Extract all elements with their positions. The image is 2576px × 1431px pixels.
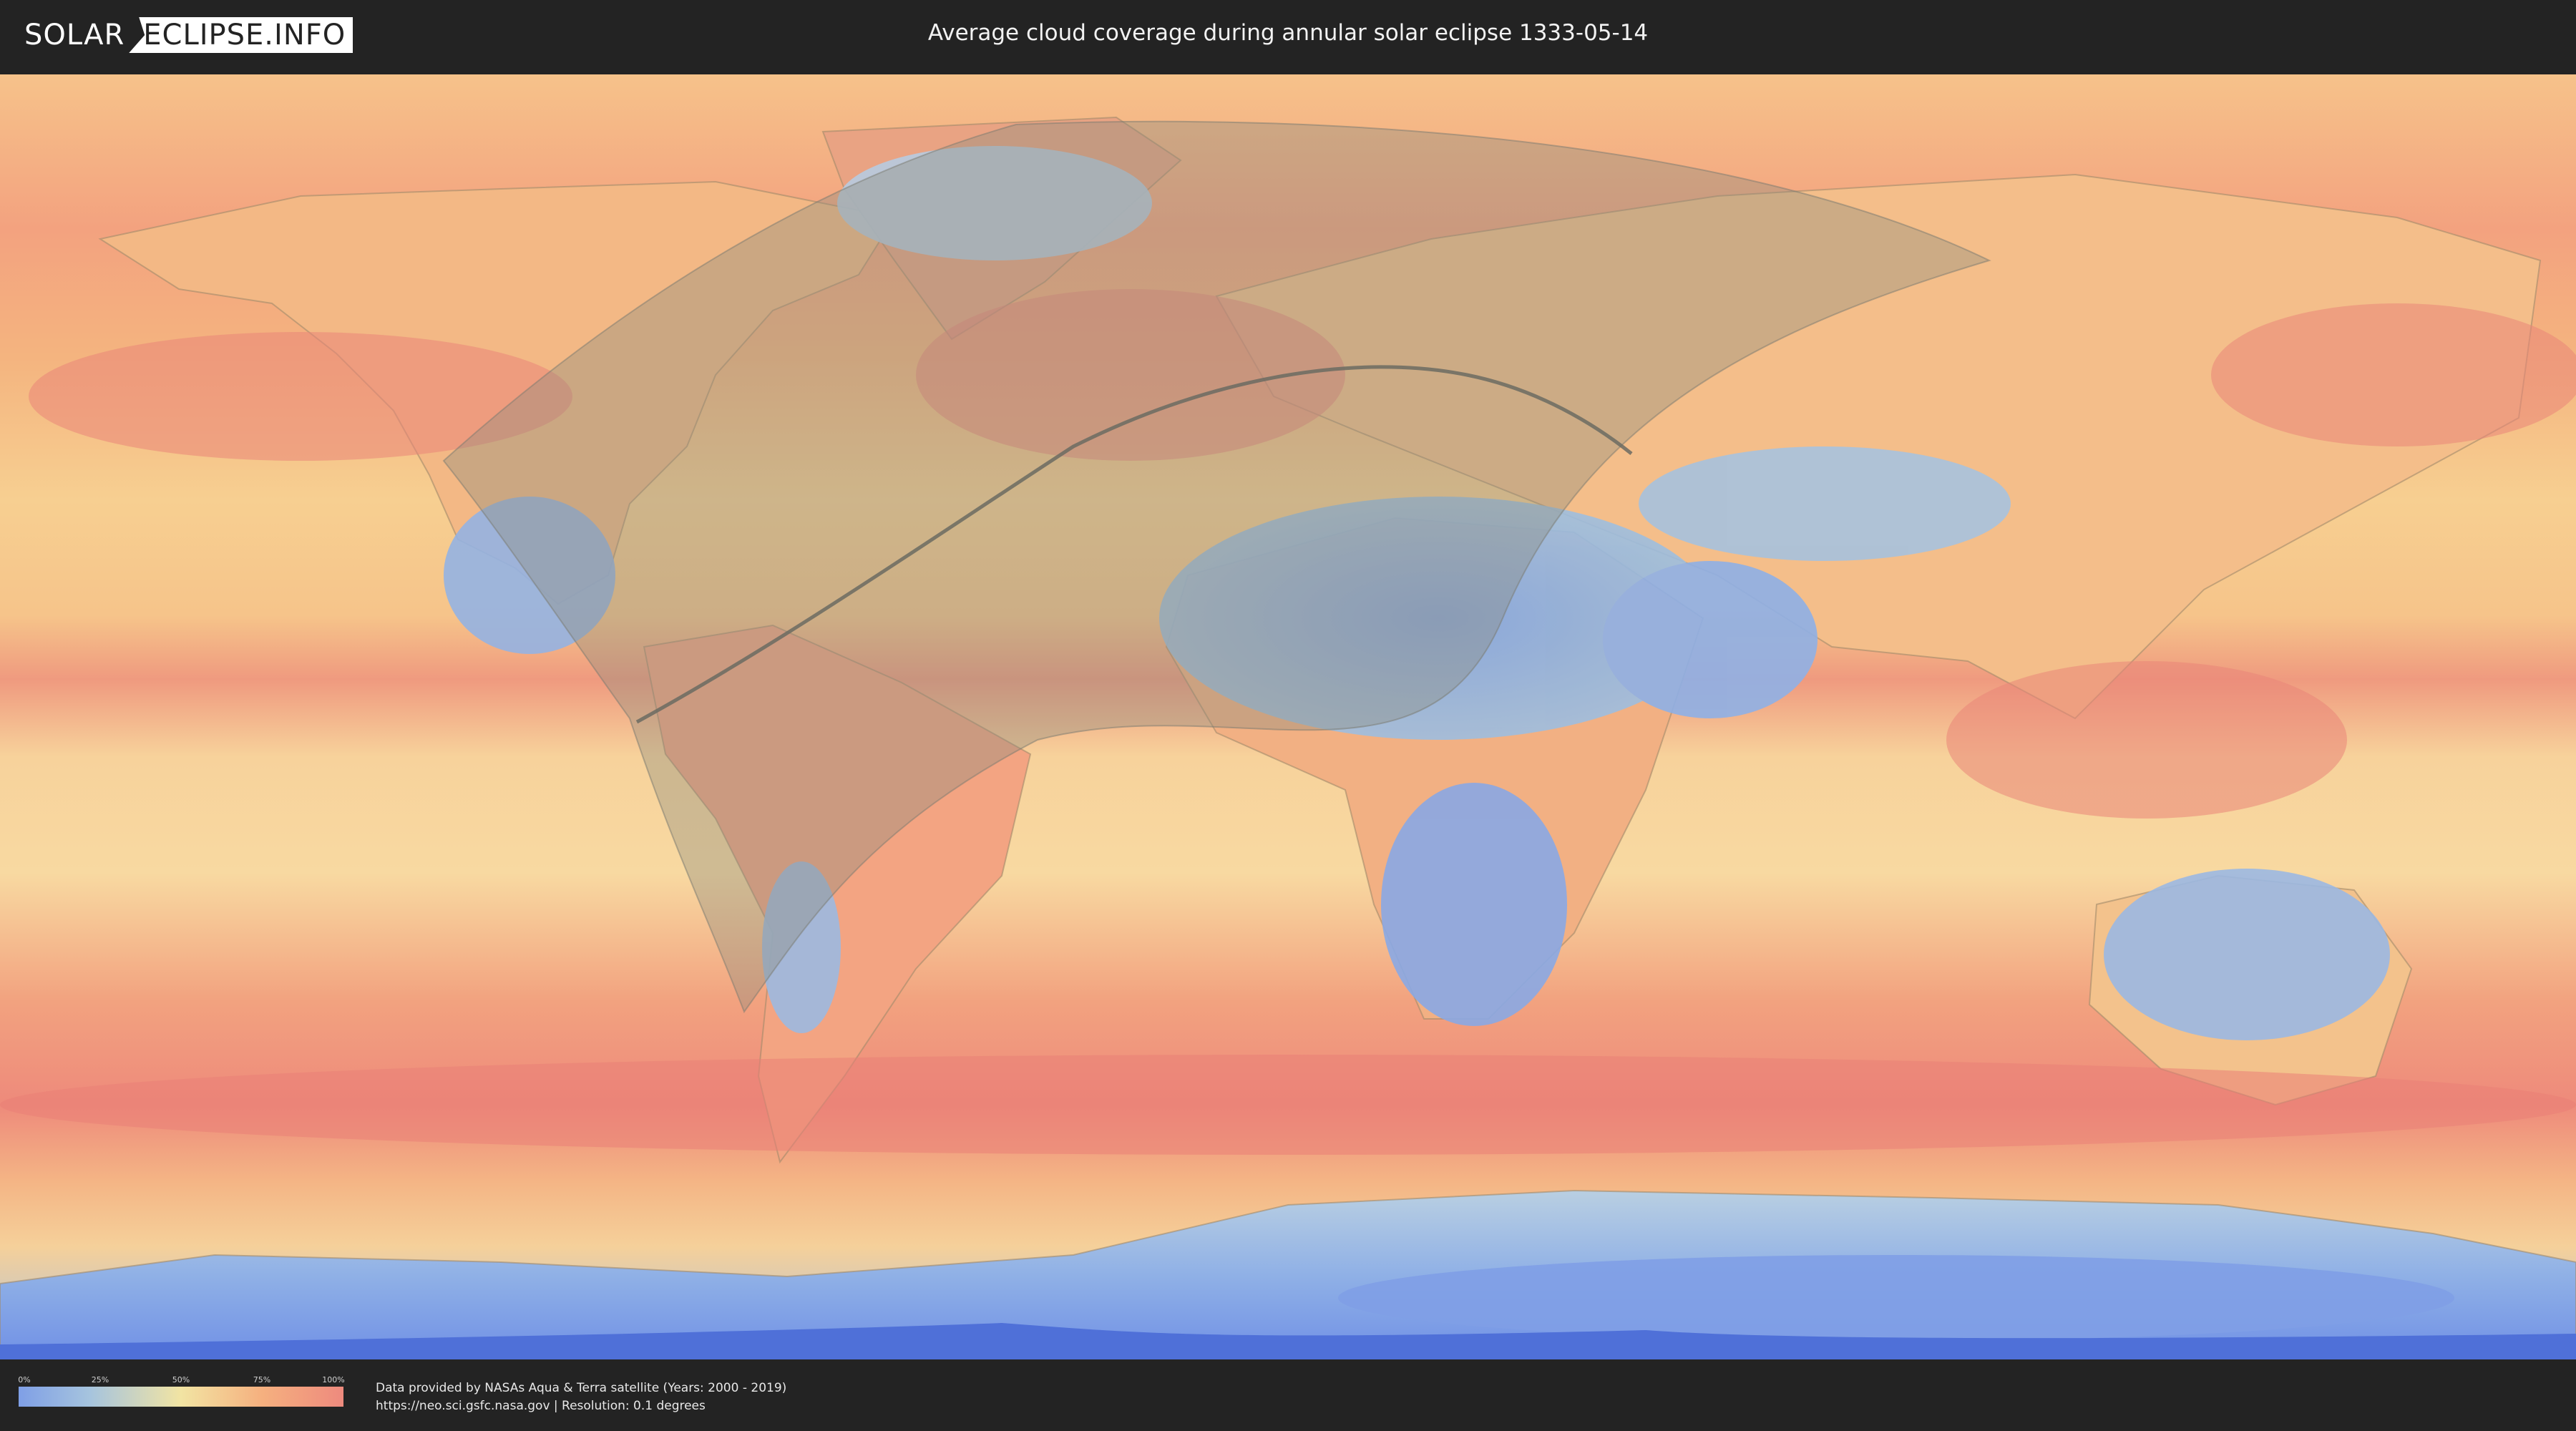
legend-ticks: 0% 25% 50% 75% 100% xyxy=(18,1375,345,1387)
legend-color-bar xyxy=(19,1387,343,1407)
legend-tick-25: 25% xyxy=(91,1375,109,1384)
central-asia-clear-region xyxy=(1639,446,2011,561)
southern-africa-clear-region xyxy=(1381,783,1567,1026)
data-credits: Data provided by NASAs Aqua & Terra sate… xyxy=(376,1379,786,1415)
page: SOLAR ECLIPSE.INFO Average cloud coverag… xyxy=(0,0,2576,1431)
maritime-continent-cloud-band xyxy=(1946,661,2347,819)
credits-line-url: https://neo.sci.gsfc.nasa.gov | Resoluti… xyxy=(376,1399,706,1413)
antarctica-plateau-region xyxy=(1338,1255,2454,1341)
footer-bar: 0% 25% 50% 75% 100% Data provided by NAS… xyxy=(0,1359,2576,1431)
southern-ocean-cloud-band xyxy=(0,1055,2576,1155)
legend-tick-75: 75% xyxy=(253,1375,271,1384)
north-pacific-east-cloud-band xyxy=(2211,303,2576,446)
cloud-coverage-map xyxy=(0,74,2576,1362)
cloud-coverage-legend: 0% 25% 50% 75% 100% xyxy=(18,1375,345,1407)
legend-tick-50: 50% xyxy=(172,1375,190,1384)
legend-tick-0: 0% xyxy=(18,1375,31,1384)
australia-clear-region xyxy=(2104,869,2390,1040)
arabia-clear-region xyxy=(1603,561,1818,718)
credits-line-source: Data provided by NASAs Aqua & Terra sate… xyxy=(376,1381,787,1395)
legend-tick-100: 100% xyxy=(322,1375,345,1384)
page-title: Average cloud coverage during annular so… xyxy=(927,20,1649,46)
header-bar: SOLAR ECLIPSE.INFO Average cloud coverag… xyxy=(0,0,2576,72)
